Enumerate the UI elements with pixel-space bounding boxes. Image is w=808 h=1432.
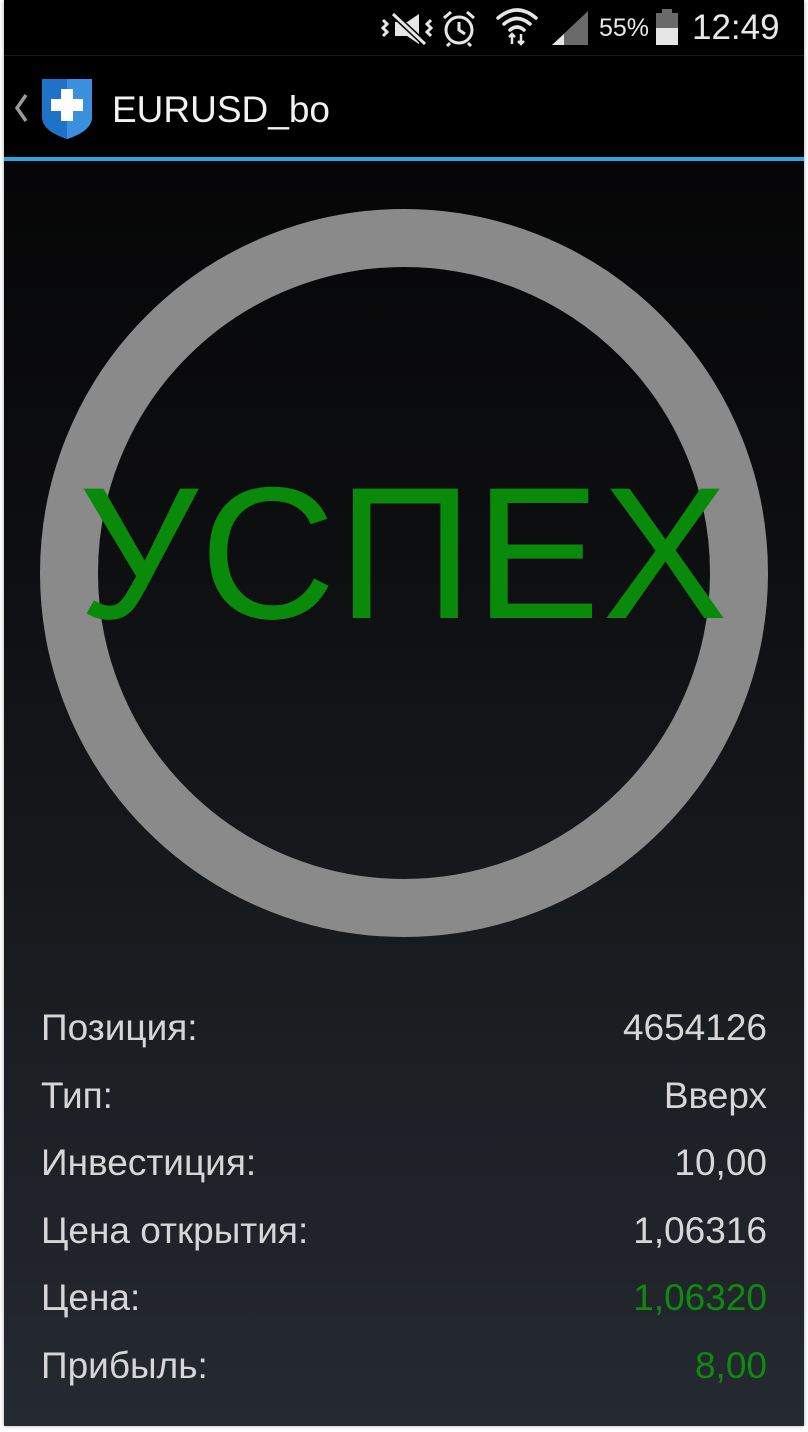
battery-percent: 55% — [599, 14, 650, 42]
result-status-label: УСПЕХ — [78, 448, 730, 658]
signal-icon — [552, 11, 588, 45]
detail-row-profit: Прибыль: 8,00 — [41, 1339, 767, 1407]
detail-row-type: Тип: Вверх — [41, 1069, 767, 1137]
detail-label: Цена открытия: — [41, 1209, 309, 1251]
detail-value: 4654126 — [622, 1007, 767, 1048]
detail-row-investment: Инвестиция: 10,00 — [41, 1136, 767, 1204]
battery-icon — [656, 9, 678, 45]
detail-value: 1,06316 — [633, 1209, 767, 1251]
status-bar: 55% 12:49 — [4, 0, 804, 56]
detail-row-price: Цена: 1,06320 — [41, 1271, 767, 1339]
detail-row-open-price: Цена открытия: 1,06316 — [41, 1204, 767, 1272]
wifi-icon — [496, 8, 538, 46]
trade-result-panel: УСПЕХ Позиция: 4654126 Тип: Вверх Инвест… — [4, 161, 804, 1426]
back-chevron-icon[interactable] — [12, 89, 30, 127]
detail-label: Позиция: — [41, 1007, 198, 1048]
detail-label: Инвестиция: — [41, 1142, 257, 1184]
action-bar: EURUSD_bo — [4, 57, 804, 159]
detail-value: Вверх — [663, 1074, 767, 1116]
vibrate-mute-icon — [380, 11, 434, 46]
detail-value: 1,06320 — [633, 1277, 767, 1319]
page-title: EURUSD_bo — [112, 89, 330, 130]
phone-screen: 55% 12:49 EURUSD_bo УСПЕХ Позиция: 46541… — [4, 0, 804, 1426]
detail-row-position: Позиция: 4654126 — [41, 1001, 767, 1069]
detail-label: Прибыль: — [41, 1344, 208, 1386]
clock: 12:49 — [692, 8, 780, 47]
detail-value: 8,00 — [694, 1344, 767, 1386]
detail-value: 10,00 — [674, 1142, 767, 1184]
trade-details: Позиция: 4654126 Тип: Вверх Инвестиция: … — [41, 1001, 767, 1407]
detail-label: Цена: — [41, 1277, 141, 1319]
alarm-icon — [443, 10, 475, 47]
detail-label: Тип: — [41, 1074, 113, 1116]
app-logo-icon[interactable] — [40, 77, 94, 141]
